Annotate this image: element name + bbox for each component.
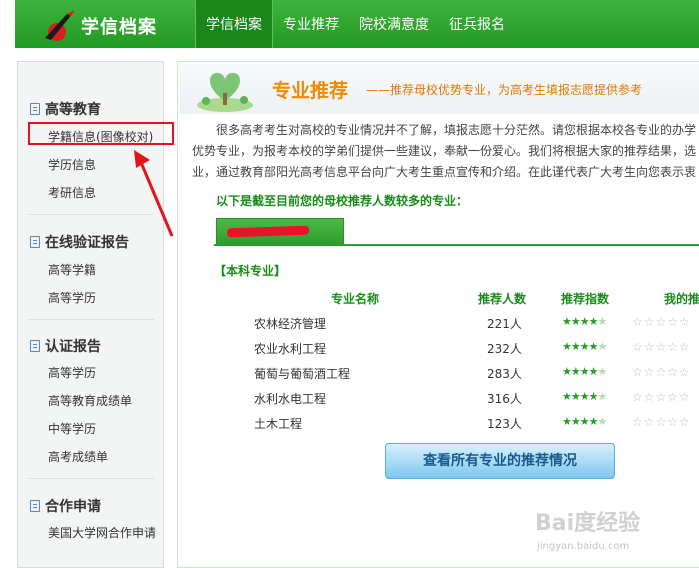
table-row: 水利水电工程 316人 ★★★★★ ☆☆☆☆☆ — [178, 390, 699, 415]
sidebar-item-online-xueji[interactable]: 高等学籍 — [48, 261, 96, 278]
redaction-mark — [226, 225, 310, 238]
column-header-name: 专业名称 — [331, 292, 380, 306]
banner: 专业推荐 ——推荐母校优势专业，为高考生填报志愿提供参考 — [180, 64, 699, 114]
list-heading: 以下是截至目前您的母校推荐人数较多的专业： — [216, 194, 469, 208]
main-content: 专业推荐 ——推荐母校优势专业，为高考生填报志愿提供参考 很多高考考生对高校的专… — [177, 61, 699, 568]
banner-subtitle: ——推荐母校优势专业，为高考生填报志愿提供参考 — [366, 83, 643, 97]
table-row: 葡萄与葡萄酒工程 283人 ★★★★★ ☆☆☆☆☆ — [178, 365, 699, 390]
my-rating-stars[interactable]: ☆☆☆☆☆ — [632, 415, 691, 429]
nav-item-enlistment[interactable]: 征兵报名 — [439, 0, 515, 48]
rating-stars: ★★★★★ — [562, 365, 607, 378]
column-header-mine: 我的推 — [664, 292, 699, 306]
major-name: 农业水利工程 — [254, 342, 327, 356]
rating-stars: ★★★★★ — [562, 340, 607, 353]
watermark-text: Bai度经验 — [535, 511, 641, 536]
major-name: 葡萄与葡萄酒工程 — [254, 367, 351, 381]
recommend-count: 283人 — [487, 367, 522, 381]
page: 学信档案 学信档案 专业推荐 院校满意度 征兵报名 高等教育 学籍信息(图像校对… — [0, 0, 699, 568]
logo-icon — [45, 10, 75, 41]
recommend-count: 232人 — [487, 342, 522, 356]
intro-line: 优势专业，为报考本校的学弟们提供一些建议，奉献一份爱心。我们将根据大家的推荐结果… — [192, 144, 697, 158]
category-label: 【本科专业】 — [214, 264, 287, 278]
major-name: 农林经济管理 — [254, 317, 327, 331]
sidebar-item-xueli[interactable]: 学历信息 — [48, 156, 96, 173]
school-tab[interactable] — [216, 218, 344, 245]
sidebar-section-title: 认证报告 — [30, 336, 101, 356]
document-icon — [30, 103, 40, 115]
document-icon — [30, 236, 40, 248]
tab-bar-line — [214, 244, 699, 246]
column-header-count: 推荐人数 — [478, 292, 527, 306]
major-name: 水利水电工程 — [254, 392, 327, 406]
recommend-count: 221人 — [487, 317, 522, 331]
document-icon — [30, 500, 40, 512]
my-rating-stars[interactable]: ☆☆☆☆☆ — [632, 315, 691, 329]
sidebar-item-online-xueli[interactable]: 高等学历 — [48, 289, 96, 306]
my-rating-stars[interactable]: ☆☆☆☆☆ — [632, 390, 691, 404]
sidebar-section-title: 高等教育 — [30, 99, 101, 119]
rating-stars: ★★★★★ — [562, 390, 607, 403]
intro-line: 业，通过教育部阳光高考信息平台向广大考生重点宣传和介绍。在此谨代表广大考生向您表… — [192, 165, 697, 179]
recommend-count: 316人 — [487, 392, 522, 406]
nav-item-xuexin-dangan[interactable]: 学信档案 — [195, 0, 273, 48]
watermark-url: jingyan.baidu.com — [537, 541, 630, 552]
intro-line: 很多高考考生对高校的专业情况并不了解，填报志愿十分茫然。请您根据本校各专业的办学 — [216, 123, 697, 137]
table-row: 农业水利工程 232人 ★★★★★ ☆☆☆☆☆ — [178, 340, 699, 365]
my-rating-stars[interactable]: ☆☆☆☆☆ — [632, 365, 691, 379]
column-header-index: 推荐指数 — [561, 292, 610, 306]
my-rating-stars[interactable]: ☆☆☆☆☆ — [632, 340, 691, 354]
main-nav: 学信档案 专业推荐 院校满意度 征兵报名 — [195, 0, 515, 48]
sidebar-divider — [28, 478, 154, 479]
major-name: 土木工程 — [254, 417, 303, 431]
sidebar-item-cert-gaokao[interactable]: 高考成绩单 — [48, 448, 108, 465]
top-header: 学信档案 学信档案 专业推荐 院校满意度 征兵报名 — [15, 0, 699, 48]
sidebar-divider — [28, 319, 154, 320]
sidebar-item-cert-xueli[interactable]: 高等学历 — [48, 364, 96, 381]
highlight-annotation-box — [28, 122, 174, 145]
intro-text: 很多高考考生对高校的专业情况并不了解，填报志愿十分茫然。请您根据本校各专业的办学… — [192, 120, 699, 183]
view-all-recommendations-button[interactable]: 查看所有专业的推荐情况 — [385, 443, 615, 479]
sidebar-section-title: 在线验证报告 — [30, 232, 129, 252]
sidebar-section-title: 合作申请 — [30, 496, 101, 516]
rating-stars: ★★★★★ — [562, 315, 607, 328]
nav-item-school-satisfaction[interactable]: 院校满意度 — [349, 0, 439, 48]
rating-stars: ★★★★★ — [562, 415, 607, 428]
sidebar-item-cert-transcript[interactable]: 高等教育成绩单 — [48, 392, 132, 409]
site-title: 学信档案 — [81, 17, 157, 38]
annotation-arrow-icon — [134, 150, 174, 237]
sidebar-item-kaoyan[interactable]: 考研信息 — [48, 184, 96, 201]
recommend-count: 123人 — [487, 417, 522, 431]
sidebar-item-cert-secondary[interactable]: 中等学历 — [48, 420, 96, 437]
table-row: 土木工程 123人 ★★★★★ ☆☆☆☆☆ — [178, 415, 699, 440]
banner-title: 专业推荐 — [272, 80, 349, 102]
document-icon — [30, 340, 40, 352]
nav-item-major-recommend[interactable]: 专业推荐 — [273, 0, 349, 48]
watermark: Bai度经验 jingyan.baidu.com — [535, 505, 675, 560]
sidebar-item-us-university[interactable]: 美国大学网合作申请 — [48, 524, 156, 541]
heart-tree-icon — [197, 72, 253, 112]
table-row: 农林经济管理 221人 ★★★★★ ☆☆☆☆☆ — [178, 315, 699, 340]
